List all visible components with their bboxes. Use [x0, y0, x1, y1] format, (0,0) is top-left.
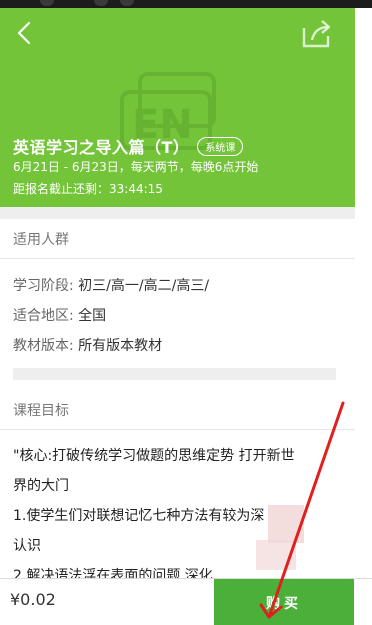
section-spacer: [0, 207, 355, 219]
blurred-region: [256, 540, 296, 570]
status-bar: [0, 0, 372, 8]
study-stage-label: 学习阶段:: [13, 278, 74, 294]
study-stage-value: 初三/高一/高二/高三/: [78, 278, 210, 294]
course-type-badge: 系统课: [197, 136, 244, 156]
study-stage-row: 学习阶段: 初三/高一/高二/高三/: [13, 275, 209, 295]
course-title-row: 英语学习之导入篇（T） 系统课: [13, 134, 244, 158]
course-schedule: 6月21日 - 6月23日，每天两节，每晚6点开始: [13, 160, 259, 174]
goal-line: 界的大门: [13, 478, 69, 494]
textbook-row: 教材版本: 所有版本教材: [13, 335, 162, 355]
enrollment-countdown: 距报名截止还剩：33:44:15: [13, 182, 163, 196]
buy-button[interactable]: 购买: [214, 579, 354, 625]
goals-heading: 课程目标: [13, 403, 69, 419]
goal-line: "核心:打破传统学习做题的思维定势 打开新世: [13, 448, 295, 464]
blurred-region: [268, 505, 304, 543]
course-price: ¥0.02: [10, 590, 56, 609]
course-hero-banner: EN 英语学习之导入篇（T） 系统课 6月21日 - 6月23日，每天两节，每晚…: [0, 8, 355, 207]
divider: [0, 258, 355, 259]
status-icon: [120, 0, 134, 6]
status-icon: [94, 0, 108, 6]
page-margin: [355, 8, 372, 625]
textbook-label: 教材版本:: [13, 338, 74, 354]
purchase-bar: ¥0.02 购买: [0, 578, 372, 625]
textbook-value: 所有版本教材: [78, 338, 163, 354]
section-spacer: [13, 368, 336, 380]
divider: [0, 429, 355, 430]
status-icon: [40, 0, 54, 6]
region-row: 适合地区: 全国: [13, 305, 106, 325]
region-value: 全国: [78, 308, 107, 324]
course-title: 英语学习之导入篇（T）: [13, 138, 190, 157]
back-arrow-icon[interactable]: [12, 20, 38, 46]
region-label: 适合地区:: [13, 308, 74, 324]
audience-heading: 适用人群: [13, 232, 69, 248]
share-icon[interactable]: [300, 18, 334, 50]
